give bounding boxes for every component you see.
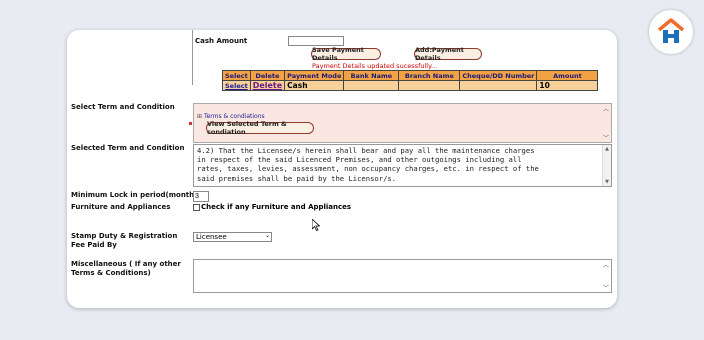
house-logo-icon <box>649 10 693 54</box>
cash-amount-label: Cash Amount <box>195 37 248 45</box>
form-card: Cash Amount Save Payment Details Add:Pay… <box>67 30 617 308</box>
required-marker <box>189 122 192 125</box>
selected-term-text: 4.2) That the Licensee/s herein shall be… <box>197 146 539 183</box>
cell-branch-name <box>398 80 461 91</box>
save-payment-button[interactable]: Save Payment Details <box>311 46 381 62</box>
misc-textarea[interactable]: ︿ ﹀ <box>193 259 612 293</box>
scroll-down-icon[interactable]: ﹀ <box>603 133 609 142</box>
stamp-duty-select[interactable]: Licensee ⌄ <box>193 232 272 242</box>
scroll-up-icon[interactable]: ︿ <box>603 104 609 113</box>
col-branch-name: Branch Name <box>398 70 461 81</box>
selected-term-textarea[interactable]: 4.2) That the Licensee/s herein shall be… <box>193 144 612 187</box>
view-term-button[interactable]: View Selected Term & condiation <box>206 120 314 136</box>
payment-table: Select Delete Payment Mode Bank Name Bra… <box>222 70 599 91</box>
terms-tree-box[interactable]: ⊞ Terms & condiations View Selected Term… <box>193 103 612 143</box>
add-payment-button[interactable]: Add:Payment Details <box>414 46 482 62</box>
cell-bank-name <box>343 80 400 91</box>
furniture-checkbox[interactable] <box>193 203 200 211</box>
textarea-scrollbar[interactable]: ▲ ▼ <box>602 145 611 186</box>
col-bank-name: Bank Name <box>343 70 400 81</box>
tree-expand-icon[interactable]: ⊞ <box>197 113 202 120</box>
furniture-label: Furniture and Appliances <box>71 203 171 211</box>
cell-amount: 10 <box>536 80 599 91</box>
stamp-duty-selected: Licensee <box>196 233 227 241</box>
furniture-checkbox-label: Check if any Furniture and Appliances <box>201 203 352 211</box>
col-cheque-number: Cheque/DD Number <box>459 70 538 81</box>
table-header-row: Select Delete Payment Mode Bank Name Bra… <box>222 70 599 81</box>
col-delete: Delete <box>249 70 286 81</box>
cell-payment-mode: Cash <box>284 80 345 91</box>
select-term-label: Select Term and Condition <box>71 103 175 111</box>
col-select: Select <box>222 70 251 81</box>
misc-scroll-down-icon[interactable]: ﹀ <box>603 283 609 292</box>
selected-term-label: Selected Term and Condition <box>71 144 185 152</box>
chevron-down-icon: ⌄ <box>264 232 270 239</box>
table-row: Select Delete Cash 10 <box>222 80 599 91</box>
cell-cheque-number <box>459 80 538 91</box>
delete-link[interactable]: Delete <box>249 80 286 91</box>
mouse-cursor-icon <box>311 216 321 235</box>
stamp-duty-label: Stamp Duty & Registration Fee Paid By <box>71 232 178 249</box>
status-message: Payment Details updated sucessfully... <box>312 62 438 70</box>
col-amount: Amount <box>536 70 599 81</box>
select-link[interactable]: Select <box>222 80 251 91</box>
divider <box>192 30 193 85</box>
lockin-input[interactable] <box>193 191 209 202</box>
misc-scroll-up-icon[interactable]: ︿ <box>603 260 609 269</box>
cash-amount-input[interactable] <box>288 36 344 46</box>
furniture-checkbox-row: Check if any Furniture and Appliances <box>193 203 351 211</box>
terms-tree-item[interactable]: ⊞ Terms & condiations <box>197 113 265 120</box>
lockin-label: Minimum Lock in period(months) <box>71 191 202 199</box>
col-payment-mode: Payment Mode <box>284 70 345 81</box>
misc-label: Miscellaneous ( If any other Terms & Con… <box>71 260 181 277</box>
terms-tree-item-label: Terms & condiations <box>203 113 265 120</box>
